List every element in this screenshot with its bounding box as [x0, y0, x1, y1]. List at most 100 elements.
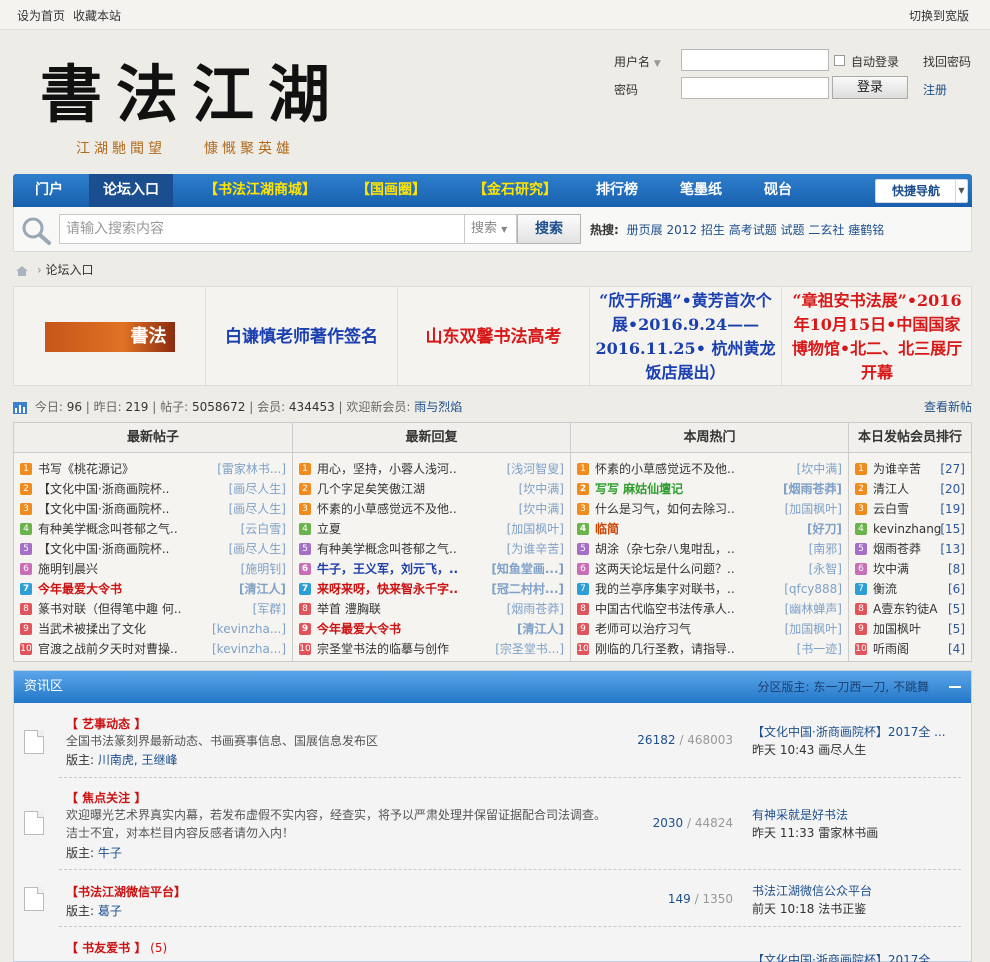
list-item[interactable]: 4 有种美学概念叫苍郁之气.. [云白雪] — [14, 519, 292, 539]
auto-login-label[interactable]: 自动登录 — [851, 53, 899, 70]
thread-title[interactable]: 今年最爱大令书 — [38, 582, 122, 596]
list-item[interactable]: 6 施明钊晨兴 [施明钊] — [14, 559, 292, 579]
ranking-item[interactable]: 2 清江人 [20] — [849, 479, 971, 499]
thread-title[interactable]: 【文化中国·浙商画院杯.. — [38, 502, 169, 516]
member-name[interactable]: kevinzhang — [873, 522, 941, 536]
list-item[interactable]: 8 中国古代临空书法传承人.. [幽林蝉声] — [571, 599, 848, 619]
list-item[interactable]: 3 什么是习气，如何去除习.. [加国枫叶] — [571, 499, 848, 519]
nav-forum[interactable]: 论坛入口 — [89, 174, 173, 207]
ranking-item[interactable]: 7 衡流 [6] — [849, 579, 971, 599]
thread-title[interactable]: 怀素的小草感觉远不及他.. — [595, 462, 735, 476]
switch-width-link[interactable]: 切换到宽版 — [909, 7, 969, 24]
member-name[interactable]: 云白雪 — [873, 502, 909, 516]
member-name[interactable]: 加国枫叶 — [873, 622, 921, 636]
thread-title[interactable]: 怀素的小草感觉远不及他.. — [317, 502, 457, 516]
nav-inkstone[interactable]: 砚台 — [764, 174, 792, 207]
list-item[interactable]: 9 当武术被揉出了文化 [kevinzha...] — [14, 619, 292, 639]
list-item[interactable]: 9 老师可以治疗习气 [加国枫叶] — [571, 619, 848, 639]
nav-shop[interactable]: 【书法江湖商城】 — [204, 174, 316, 207]
thread-author[interactable]: [kevinzha...] — [212, 619, 286, 639]
hot-item[interactable]: 试题 — [781, 223, 805, 237]
thread-author[interactable]: [云白雪] — [241, 519, 286, 539]
thread-title[interactable]: 书写《桃花源记》 — [38, 462, 134, 476]
board-name[interactable]: 【书法江湖微信平台】 — [66, 883, 186, 900]
member-name[interactable]: 烟雨苍莽 — [873, 542, 921, 556]
board-name[interactable]: 【 书友爱书 】 (5) — [66, 939, 167, 956]
list-item[interactable]: 10 官渡之战前夕天时对曹操.. [kevinzha...] — [14, 639, 292, 659]
thread-author[interactable]: [宗圣堂书...] — [495, 639, 564, 659]
thread-title[interactable]: 今年最爱大令书 — [317, 622, 401, 636]
ranking-item[interactable]: 6 坎中满 [8] — [849, 559, 971, 579]
thread-title[interactable]: 当武术被揉出了文化 — [38, 622, 146, 636]
thread-title[interactable]: 举首 澧胸联 — [317, 602, 381, 616]
thread-title[interactable]: 几个字足矣笑傲江湖 — [317, 482, 425, 496]
set-home-link[interactable]: 设为首页 — [17, 9, 65, 23]
list-item[interactable]: 4 临简 [好刀] — [571, 519, 848, 539]
list-item[interactable]: 7 我的兰亭序集字对联书，.. [qfcy888] — [571, 579, 848, 599]
thread-author[interactable]: [坎中满] — [797, 459, 842, 479]
search-button[interactable]: 搜索 — [517, 214, 581, 244]
hot-item[interactable]: 招生 — [701, 223, 725, 237]
thread-title[interactable]: 篆书对联（但得笔中趣 何.. — [38, 602, 181, 616]
register-link[interactable]: 注册 — [923, 81, 947, 98]
thread-title[interactable]: 什么是习气，如何去除习.. — [595, 502, 735, 516]
thread-title[interactable]: 这两天论坛是什么问题？.. — [595, 562, 735, 576]
board-icon[interactable] — [24, 730, 44, 754]
thread-author[interactable]: [清江人] — [239, 579, 286, 599]
thread-author[interactable]: [加国枫叶] — [507, 519, 564, 539]
thread-title[interactable]: 用心，坚持，小蓉人浅河.. — [317, 462, 457, 476]
list-item[interactable]: 1 怀素的小草感觉远不及他.. [坎中满] — [571, 459, 848, 479]
thread-title[interactable]: 中国古代临空书法传承人.. — [595, 602, 735, 616]
hot-item[interactable]: 高考试题 — [729, 223, 777, 237]
thread-author[interactable]: [永智] — [809, 559, 842, 579]
thread-title[interactable]: 牛子，王义军，刘元飞，.. — [317, 562, 458, 576]
thread-author[interactable]: [加国枫叶] — [785, 499, 842, 519]
nav-ranking[interactable]: 排行榜 — [596, 174, 638, 207]
board-icon[interactable] — [24, 811, 44, 835]
chevron-down-icon[interactable]: ▼ — [654, 59, 661, 69]
thread-author[interactable]: [军群] — [253, 599, 286, 619]
thread-title[interactable]: 有种美学概念叫苍郁之气.. — [317, 542, 457, 556]
thread-author[interactable]: [知鱼堂画...] — [491, 559, 564, 579]
member-name[interactable]: 坎中满 — [873, 562, 909, 576]
thread-author[interactable]: [qfcy888] — [784, 579, 842, 599]
thread-author[interactable]: [画尽人生] — [229, 539, 286, 559]
username-input[interactable] — [681, 49, 829, 71]
search-input[interactable]: 请输入搜索内容 — [59, 214, 465, 244]
thread-title[interactable]: 【文化中国·浙商画院杯.. — [38, 482, 169, 496]
list-item[interactable]: 4 立夏 [加国枫叶] — [293, 519, 570, 539]
nav-stone[interactable]: 【金石研究】 — [473, 174, 557, 207]
collapse-icon[interactable] — [949, 686, 961, 688]
thread-title[interactable]: 写写 麻姑仙壇记 — [595, 482, 683, 496]
thread-title[interactable]: 立夏 — [317, 522, 341, 536]
quick-nav-button[interactable]: 快捷导航 ▼ — [875, 179, 968, 203]
nav-paper[interactable]: 笔墨纸 — [680, 174, 722, 207]
thread-author[interactable]: [清江人] — [517, 619, 564, 639]
thread-author[interactable]: [为谁辛苦] — [507, 539, 564, 559]
list-item[interactable]: 6 这两天论坛是什么问题？.. [永智] — [571, 559, 848, 579]
board-icon[interactable] — [24, 887, 44, 911]
ranking-item[interactable]: 3 云白雪 [19] — [849, 499, 971, 519]
list-item[interactable]: 10 宗圣堂书法的临摹与创作 [宗圣堂书...] — [293, 639, 570, 659]
list-item[interactable]: 1 用心，坚持，小蓉人浅河.. [浅河智叟] — [293, 459, 570, 479]
list-item[interactable]: 5 有种美学概念叫苍郁之气.. [为谁辛苦] — [293, 539, 570, 559]
site-logo[interactable]: 書法江湖 江湖馳聞望 慷慨聚英雄 — [40, 44, 370, 157]
thread-title[interactable]: 老师可以治疗习气 — [595, 622, 691, 636]
thread-title[interactable]: 临简 — [595, 522, 619, 536]
home-icon[interactable] — [15, 265, 29, 277]
thread-author[interactable]: [幽林蝉声] — [785, 599, 842, 619]
list-item[interactable]: 10 刚临的几行圣教，请指导.. [书一迹] — [571, 639, 848, 659]
ranking-item[interactable]: 8 A壹东钓徒A [5] — [849, 599, 971, 619]
list-item[interactable]: 7 今年最爱大令书 [清江人] — [14, 579, 292, 599]
ad-calligraphy[interactable]: 書法 — [14, 287, 206, 387]
ad-exhibition-2[interactable]: “章祖安书法展”•2016年10月15日•中国国家博物馆•北二、北三展厅开幕 — [782, 287, 972, 387]
hot-item[interactable]: 二玄社 — [808, 223, 844, 237]
board-name[interactable]: 【 焦点关注 】 — [66, 789, 146, 806]
ranking-item[interactable]: 9 加国枫叶 [5] — [849, 619, 971, 639]
thread-author[interactable]: [施明钊] — [241, 559, 286, 579]
thread-author[interactable]: [加国枫叶] — [785, 619, 842, 639]
list-item[interactable]: 8 举首 澧胸联 [烟雨苍莽] — [293, 599, 570, 619]
hot-item[interactable]: 册页展 — [627, 223, 663, 237]
login-button[interactable]: 登录 — [832, 76, 908, 99]
hot-item[interactable]: 2012 — [666, 223, 697, 237]
